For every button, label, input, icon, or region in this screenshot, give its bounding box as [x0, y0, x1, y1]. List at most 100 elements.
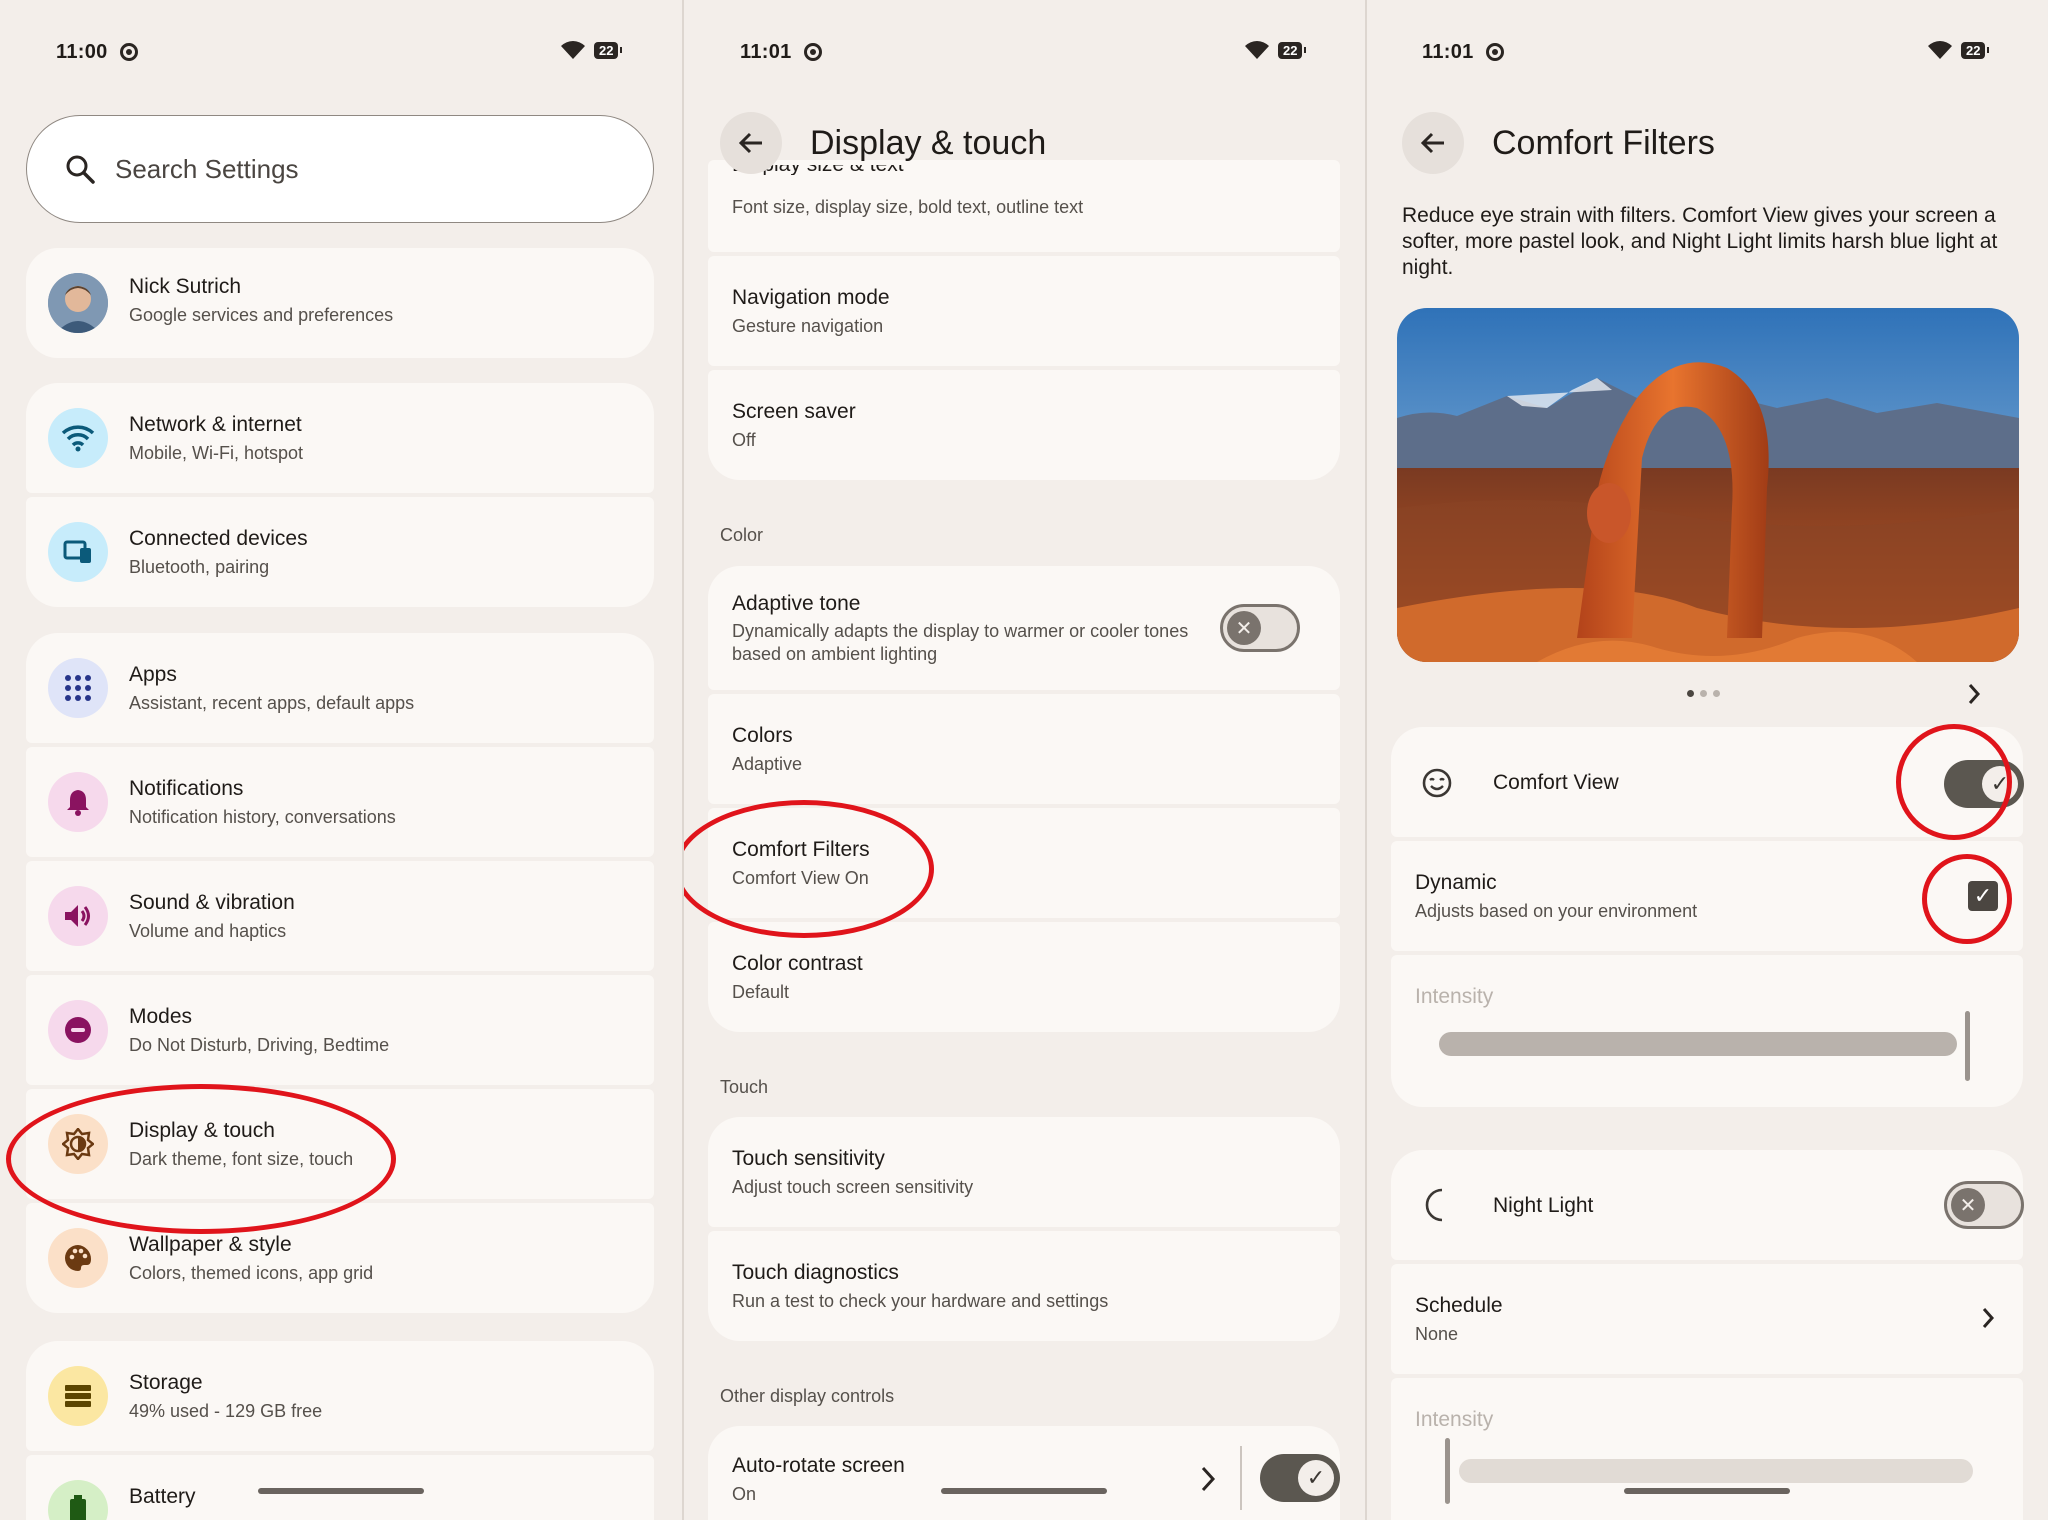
battery-icon: 22 — [1278, 41, 1308, 59]
connected-sub: Bluetooth, pairing — [129, 557, 270, 577]
night-light-row[interactable]: Night Light ✕ — [1391, 1150, 2024, 1260]
touch-sensitivity-title: Touch sensitivity — [732, 1147, 885, 1170]
settings-item-sound[interactable]: Sound & vibration Volume and haptics — [26, 861, 654, 971]
settings-status-icon — [119, 43, 138, 61]
carousel-indicator[interactable] — [1687, 690, 1720, 697]
settings-item-navigation-mode[interactable]: Navigation mode Gesture navigation — [708, 256, 1340, 366]
intensity-label-night: Intensity — [1415, 1408, 1494, 1431]
check-icon: ✓ — [1298, 1460, 1334, 1496]
account-item[interactable]: Nick Sutrich Google services and prefere… — [26, 248, 654, 358]
status-bar: 11:00 — [56, 38, 138, 66]
highlight-circle-checkbox — [1922, 854, 2012, 944]
intensity-row: Intensity — [1391, 955, 2023, 1107]
moon-icon — [1425, 1188, 1443, 1222]
intensity-slider[interactable] — [1439, 1032, 1957, 1056]
schedule-sub: None — [1415, 1324, 1459, 1344]
comfort-view-label: Comfort View — [1493, 771, 1619, 794]
settings-item-adaptive-tone[interactable]: Adaptive tone Dynamically adapts the dis… — [708, 566, 1340, 690]
search-settings-bar[interactable]: Search Settings — [26, 115, 654, 223]
back-button[interactable] — [1402, 112, 1464, 174]
page-title: Display & touch — [810, 123, 1047, 162]
modes-title: Modes — [129, 1005, 193, 1028]
dynamic-title: Dynamic — [1415, 871, 1497, 894]
close-icon: ✕ — [1227, 611, 1261, 645]
gesture-nav-handle[interactable] — [1624, 1488, 1790, 1494]
chevron-right-icon[interactable] — [1967, 683, 1981, 705]
auto-rotate-sub: On — [732, 1484, 757, 1504]
intensity-label: Intensity — [1415, 985, 1494, 1008]
settings-item-storage[interactable]: Storage 49% used - 129 GB free — [26, 1341, 654, 1451]
settings-status-icon — [803, 43, 822, 61]
page-header: Comfort Filters — [1402, 112, 1715, 174]
intensity-slider-thumb[interactable] — [1965, 1011, 1970, 1081]
wifi-icon — [48, 408, 108, 468]
page-title: Comfort Filters — [1492, 123, 1715, 162]
search-icon — [66, 155, 95, 184]
do-not-disturb-icon — [48, 1000, 108, 1060]
touch-diagnostics-sub: Run a test to check your hardware and se… — [732, 1291, 1109, 1311]
apps-grid-icon — [48, 658, 108, 718]
status-bar: 11:01 — [1422, 38, 1504, 66]
intensity-row-night: Intensity — [1391, 1378, 2023, 1520]
battery-title: Battery — [129, 1485, 196, 1508]
touch-sensitivity-sub: Adjust touch screen sensitivity — [732, 1177, 974, 1197]
speaker-icon — [48, 886, 108, 946]
chevron-right-icon[interactable] — [1200, 1466, 1216, 1492]
settings-item-apps[interactable]: Apps Assistant, recent apps, default app… — [26, 633, 654, 743]
night-light-label: Night Light — [1493, 1194, 1594, 1217]
settings-item-modes[interactable]: Modes Do Not Disturb, Driving, Bedtime — [26, 975, 654, 1085]
settings-item-network[interactable]: Network & internet Mobile, Wi-Fi, hotspo… — [26, 383, 654, 493]
navigation-mode-title: Navigation mode — [732, 286, 890, 309]
preview-image — [1397, 308, 2019, 662]
storage-sub: 49% used - 129 GB free — [129, 1401, 323, 1421]
settings-item-touch-sensitivity[interactable]: Touch sensitivity Adjust touch screen se… — [708, 1117, 1340, 1227]
back-button[interactable] — [720, 112, 782, 174]
account-sub: Google services and preferences — [129, 305, 394, 325]
vertical-separator — [1240, 1446, 1242, 1510]
wallpaper-sub: Colors, themed icons, app grid — [129, 1263, 374, 1283]
storage-icon — [48, 1366, 108, 1426]
touch-diagnostics-title: Touch diagnostics — [732, 1261, 899, 1284]
settings-item-colors[interactable]: Colors Adaptive — [708, 694, 1340, 804]
settings-main-panel: 11:00 22 Search Settings Nick Sutrich Go… — [0, 0, 682, 1520]
battery-icon: 22 — [1961, 41, 1991, 59]
dynamic-sub: Adjusts based on your environment — [1415, 901, 1698, 921]
status-bar: 11:01 — [740, 38, 822, 66]
battery-icon: 22 — [594, 41, 624, 59]
adaptive-tone-title: Adaptive tone — [732, 592, 861, 615]
highlight-circle-toggle — [1896, 724, 2012, 840]
highlight-circle — [684, 800, 934, 938]
adaptive-tone-toggle[interactable]: ✕ — [1220, 604, 1300, 652]
settings-item-touch-diagnostics[interactable]: Touch diagnostics Run a test to check yo… — [708, 1231, 1340, 1341]
section-touch: Touch — [720, 1077, 769, 1097]
notifications-title: Notifications — [129, 777, 244, 800]
status-time: 11:01 — [1422, 40, 1474, 63]
wifi-icon — [561, 41, 585, 59]
night-intensity-slider-thumb[interactable] — [1445, 1438, 1450, 1504]
night-light-toggle[interactable]: ✕ — [1944, 1181, 2024, 1229]
settings-item-color-contrast[interactable]: Color contrast Default — [708, 922, 1340, 1032]
gesture-nav-handle[interactable] — [941, 1488, 1107, 1494]
close-icon: ✕ — [1951, 1188, 1985, 1222]
carousel-dot-1[interactable] — [1687, 690, 1694, 697]
settings-item-screen-saver[interactable]: Screen saver Off — [708, 370, 1340, 480]
settings-item-notifications[interactable]: Notifications Notification history, conv… — [26, 747, 654, 857]
gesture-nav-handle[interactable] — [258, 1488, 424, 1494]
settings-item-connected-devices[interactable]: Connected devices Bluetooth, pairing — [26, 497, 654, 607]
settings-item-auto-rotate[interactable]: Auto-rotate screen On ✓ — [708, 1426, 1340, 1520]
sound-sub: Volume and haptics — [129, 921, 287, 941]
network-title: Network & internet — [129, 413, 302, 436]
night-intensity-slider[interactable] — [1459, 1459, 1973, 1483]
schedule-row[interactable]: Schedule None — [1391, 1264, 2023, 1374]
bell-icon — [48, 772, 108, 832]
colors-title: Colors — [732, 724, 793, 747]
carousel-dot-2[interactable] — [1700, 690, 1707, 697]
battery-settings-icon — [48, 1480, 108, 1520]
auto-rotate-toggle[interactable]: ✓ — [1260, 1454, 1340, 1502]
wifi-icon — [1928, 41, 1952, 59]
navigation-mode-sub: Gesture navigation — [732, 316, 884, 336]
carousel-dot-3[interactable] — [1713, 690, 1720, 697]
adaptive-tone-sub: Dynamically adapts the display to warmer… — [732, 621, 1189, 664]
apps-sub: Assistant, recent apps, default apps — [129, 693, 415, 713]
screen-saver-title: Screen saver — [732, 400, 856, 423]
